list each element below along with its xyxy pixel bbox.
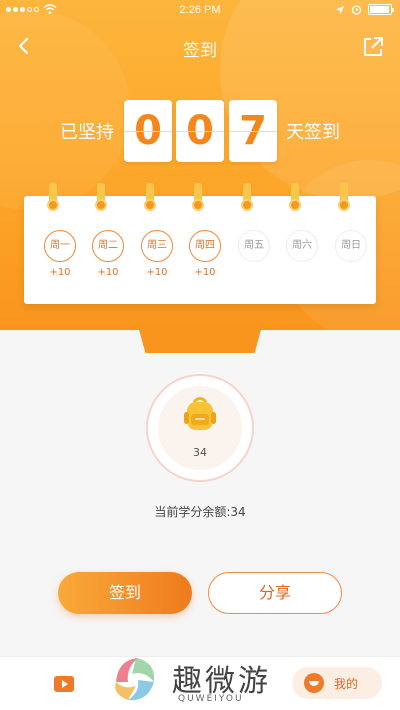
day-friday: 周五 [237, 230, 271, 279]
day-label: 周二 [92, 230, 124, 262]
backpack-icon [184, 397, 216, 430]
day-monday: 周一 +10 [43, 230, 77, 279]
day-points: +10 [49, 267, 71, 278]
day-thursday: 周四 +10 [188, 230, 222, 279]
streak-suffix: 天签到 [286, 122, 340, 143]
video-icon[interactable] [52, 673, 76, 695]
calendar-ring [192, 183, 204, 215]
battery-icon [368, 4, 394, 15]
tab-mine-label: 我的 [334, 676, 359, 691]
status-bar: 2:26 PM [0, 0, 400, 22]
day-label: 周五 [238, 230, 270, 262]
calendar-ring [47, 183, 59, 215]
day-saturday: 周六 [285, 230, 319, 279]
user-smile-icon [304, 673, 324, 693]
day-points: +10 [146, 267, 168, 278]
day-tuesday: 周二 +10 [91, 230, 125, 279]
day-points: +10 [194, 267, 216, 278]
share-icon[interactable] [362, 36, 384, 58]
day-label: 周三 [141, 230, 173, 262]
day-wednesday: 周三 +10 [140, 230, 174, 279]
sign-in-button[interactable]: 签到 [58, 572, 192, 614]
location-icon [336, 5, 344, 14]
day-points [334, 267, 368, 279]
streak-digit: 0 [176, 100, 224, 162]
page-title: 签到 [183, 41, 217, 61]
day-label: 周六 [286, 230, 318, 262]
calendar-ring [289, 183, 301, 215]
tab-bar: 我的 [0, 656, 400, 710]
streak-prefix: 已坚持 [60, 122, 114, 143]
calendar-ring [144, 183, 156, 215]
day-label: 周一 [44, 230, 76, 262]
day-label: 周四 [189, 230, 221, 262]
badge-value: 34 [193, 446, 207, 459]
day-points [285, 267, 319, 279]
streak-counter: 已坚持 0 0 7 天签到 [0, 98, 400, 164]
streak-digit: 7 [229, 100, 277, 162]
day-points: +10 [97, 267, 119, 278]
tab-mine[interactable]: 我的 [292, 667, 382, 699]
calendar-ring [338, 183, 350, 215]
share-button[interactable]: 分享 [208, 572, 342, 614]
day-sunday: 周日 [334, 230, 368, 279]
calendar-ring [95, 183, 107, 215]
credit-balance: 当前学分余额:34 [154, 505, 246, 519]
header-notch [138, 326, 262, 353]
day-points [237, 267, 271, 279]
streak-digit: 0 [124, 100, 172, 162]
alarm-icon [351, 5, 362, 15]
day-label: 周日 [335, 230, 367, 262]
calendar-ring [241, 183, 253, 215]
